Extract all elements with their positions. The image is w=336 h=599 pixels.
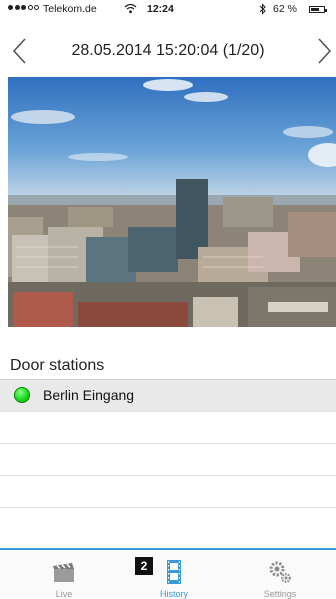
tab-label: Settings bbox=[263, 589, 297, 599]
door-station-item[interactable]: Berlin Eingang bbox=[0, 379, 336, 411]
empty-list-row bbox=[0, 475, 336, 507]
next-button[interactable] bbox=[314, 36, 334, 66]
tab-label: Live bbox=[55, 589, 73, 599]
page-title: 28.05.2014 15:20:04 (1/20) bbox=[71, 42, 265, 59]
callout-badge: 2 bbox=[135, 557, 153, 575]
clapperboard-icon bbox=[53, 563, 74, 582]
empty-list-row bbox=[0, 411, 336, 443]
city-skyline-image bbox=[8, 77, 336, 327]
wifi-icon bbox=[124, 3, 137, 17]
tab-live[interactable]: Live bbox=[8, 550, 120, 599]
battery-percentage: 62 % bbox=[273, 3, 297, 15]
tab-settings[interactable]: Settings bbox=[224, 550, 336, 599]
section-title: Door stations bbox=[10, 357, 105, 374]
bluetooth-icon bbox=[259, 3, 267, 18]
navigation-bar: 28.05.2014 15:20:04 (1/20) bbox=[0, 22, 336, 76]
empty-list-row bbox=[0, 443, 336, 475]
gears-icon bbox=[269, 561, 291, 583]
tab-label: History bbox=[159, 589, 188, 599]
clock: 12:24 bbox=[147, 3, 174, 15]
carrier-name: Telekom.de bbox=[43, 3, 97, 15]
camera-snapshot[interactable] bbox=[8, 77, 336, 327]
chevron-right-icon bbox=[318, 38, 332, 64]
signal-strength-icon bbox=[8, 5, 39, 10]
tab-bar: Live History Settings bbox=[0, 548, 336, 599]
film-strip-icon bbox=[167, 560, 181, 584]
empty-list-row bbox=[0, 507, 336, 539]
battery-icon bbox=[309, 6, 327, 13]
door-station-label: Berlin Eingang bbox=[43, 387, 135, 403]
online-status-icon bbox=[14, 387, 30, 403]
status-bar: Telekom.de 12:24 62 % bbox=[0, 0, 336, 20]
